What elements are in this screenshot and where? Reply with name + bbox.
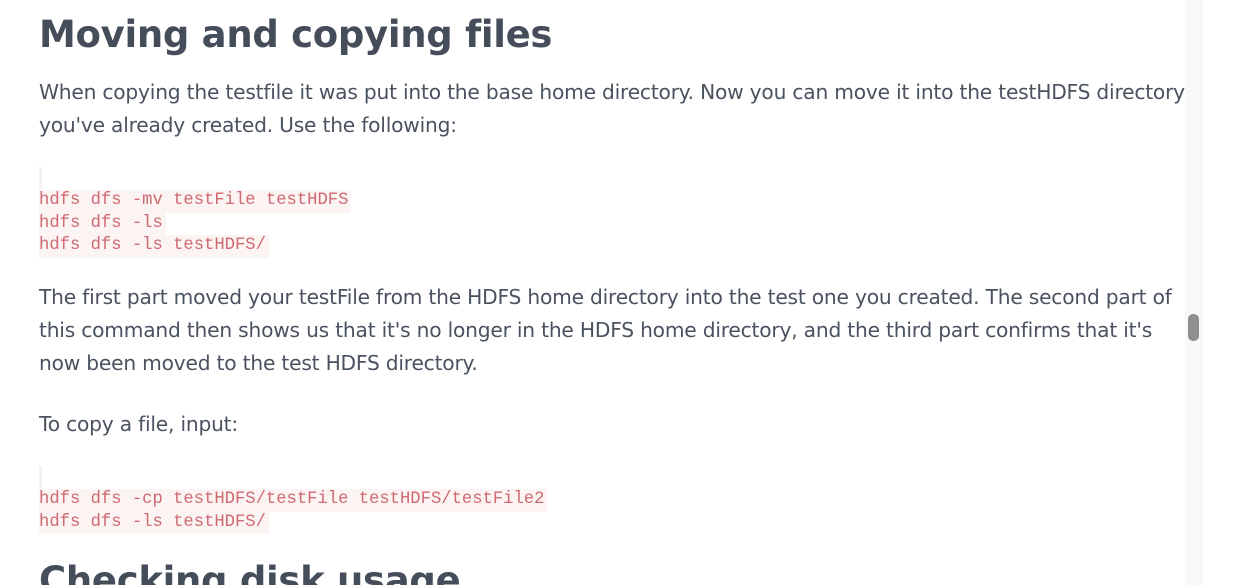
code-line: hdfs dfs -ls testHDFS/ — [39, 235, 269, 259]
section-heading-disk-usage: Checking disk usage — [39, 559, 461, 585]
explanation-paragraph: The first part moved your testFile from … — [39, 285, 1172, 375]
code-line: hdfs dfs -ls — [39, 212, 166, 236]
intro-paragraph: When copying the testfile it was put int… — [39, 80, 1185, 137]
code-line: hdfs dfs -ls testHDFS/ — [39, 511, 269, 535]
page: Moving and copying files When copying th… — [0, 0, 1240, 585]
code-block-copy: hdfs dfs -cp testHDFS/testFile testHDFS/… — [39, 466, 548, 535]
code-block-marker — [39, 466, 42, 488]
code-line: hdfs dfs -mv testFile testHDFS — [39, 190, 352, 213]
copy-instruction-paragraph: To copy a file, input: — [39, 412, 238, 436]
code-line: hdfs dfs -cp testHDFS/testFile testHDFS/… — [39, 489, 548, 512]
section-heading-moving-copying: Moving and copying files — [39, 13, 553, 56]
code-block-marker — [39, 167, 42, 189]
scrollbar-thumb[interactable] — [1188, 314, 1199, 341]
code-block-move: hdfs dfs -mv testFile testHDFS hdfs dfs … — [39, 167, 352, 259]
scrollbar-track[interactable] — [1185, 0, 1203, 585]
